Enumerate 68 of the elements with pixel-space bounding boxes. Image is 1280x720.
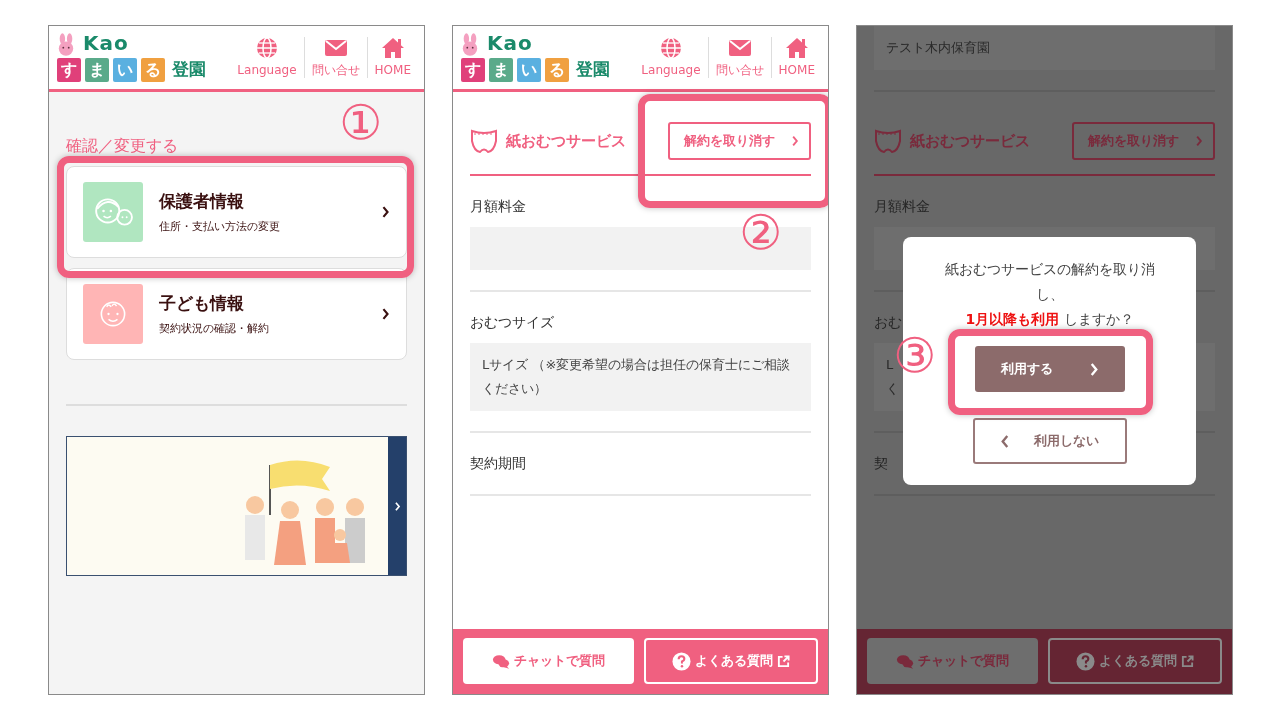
cancel-termination-button[interactable]: 解約を取り消す [668,122,811,160]
speech-bubbles-icon [895,653,914,669]
faq-button[interactable]: よくある質問 [1047,638,1222,684]
house-icon [380,37,405,60]
chevron-icon [381,307,390,321]
logo-letter-tile: ま [489,57,513,82]
chevron-icon [1195,134,1203,147]
logo-suffix-text: 登園 [172,57,206,81]
chevron-icon [381,205,390,219]
logo-suffix-text: 登園 [576,57,610,81]
external-link-icon [776,654,790,668]
logo-letter-tile: い [517,57,541,82]
menu-subtitle: 住所・支払い方法の変更 [159,218,281,235]
bunny-icon [461,32,479,57]
section-title: 確認／変更する [66,135,179,157]
field-label: おむつサイズ [470,312,554,332]
field-value: L [886,355,894,374]
dialog-message: 紙おむつサービスの解約を取り消し、 1月以降も利用 しますか？ [943,260,1156,329]
field-value: Lサイズ （※変更希望の場合は担任の保育士にご相談ください） [482,356,791,396]
menu-subtitle: 契約状況の確認・解約 [159,320,270,337]
do-not-use-button[interactable]: 利用しない [972,418,1127,464]
field-value: く [886,379,899,398]
use-button[interactable]: 利用する [974,346,1125,392]
speech-bubbles-icon [491,653,510,669]
step-number: ② [739,208,783,256]
menu-card[interactable]: 保護者情報 住所・支払い方法の変更 [66,166,407,258]
chevron-icon [393,500,401,512]
menu-title: 子ども情報 [159,292,245,315]
chat-button[interactable]: チャットで質問 [463,638,634,684]
field-label: 契 [874,453,888,473]
chevron-icon [791,134,799,147]
logo-letter-tile: る [545,57,569,82]
field-label: 月額料金 [470,196,526,216]
chevron-icon [1088,361,1099,377]
logo-letter-tile: ま [85,57,109,82]
logo-letter-tile: す [57,57,81,82]
question-circle-icon [671,651,691,671]
field-label: 契約期間 [470,453,526,473]
chat-button[interactable]: チャットで質問 [867,638,1038,684]
house-icon [784,37,809,60]
cancel-termination-button[interactable]: 解約を取り消す [1072,122,1215,160]
banner-arrow-strip[interactable] [388,437,406,575]
section-title: 紙おむつサービス [910,130,1030,152]
brand-text: Kao [487,32,533,53]
brand-text: Kao [83,32,129,53]
field-value: テスト木内保育園 [886,40,990,55]
chevron-icon [1000,433,1010,449]
globe-icon [658,37,683,60]
logo-letter-tile: す [461,57,485,82]
question-circle-icon [1075,651,1095,671]
nav-link[interactable]: HOME [770,37,822,78]
logo-letter-tile: い [113,57,137,82]
nav-link[interactable]: HOME [366,37,418,78]
field-label: おむ [874,312,902,332]
section-title: 紙おむつサービス [506,130,626,152]
bunny-icon [57,32,75,57]
step-number: ① [339,98,383,146]
nav-link[interactable]: Language [230,37,304,78]
nav-link[interactable]: Language [634,37,708,78]
nav-link[interactable]: 問い合せ [707,37,771,78]
field-label: 月額料金 [874,196,930,216]
globe-icon [254,37,279,60]
menu-card[interactable]: 子ども情報 契約状況の確認・解約 [66,268,407,360]
faq-button[interactable]: よくある質問 [643,638,818,684]
external-link-icon [1180,654,1194,668]
nav-link[interactable]: 問い合せ [303,37,367,78]
logo-letter-tile: る [141,57,165,82]
menu-title: 保護者情報 [159,190,245,213]
